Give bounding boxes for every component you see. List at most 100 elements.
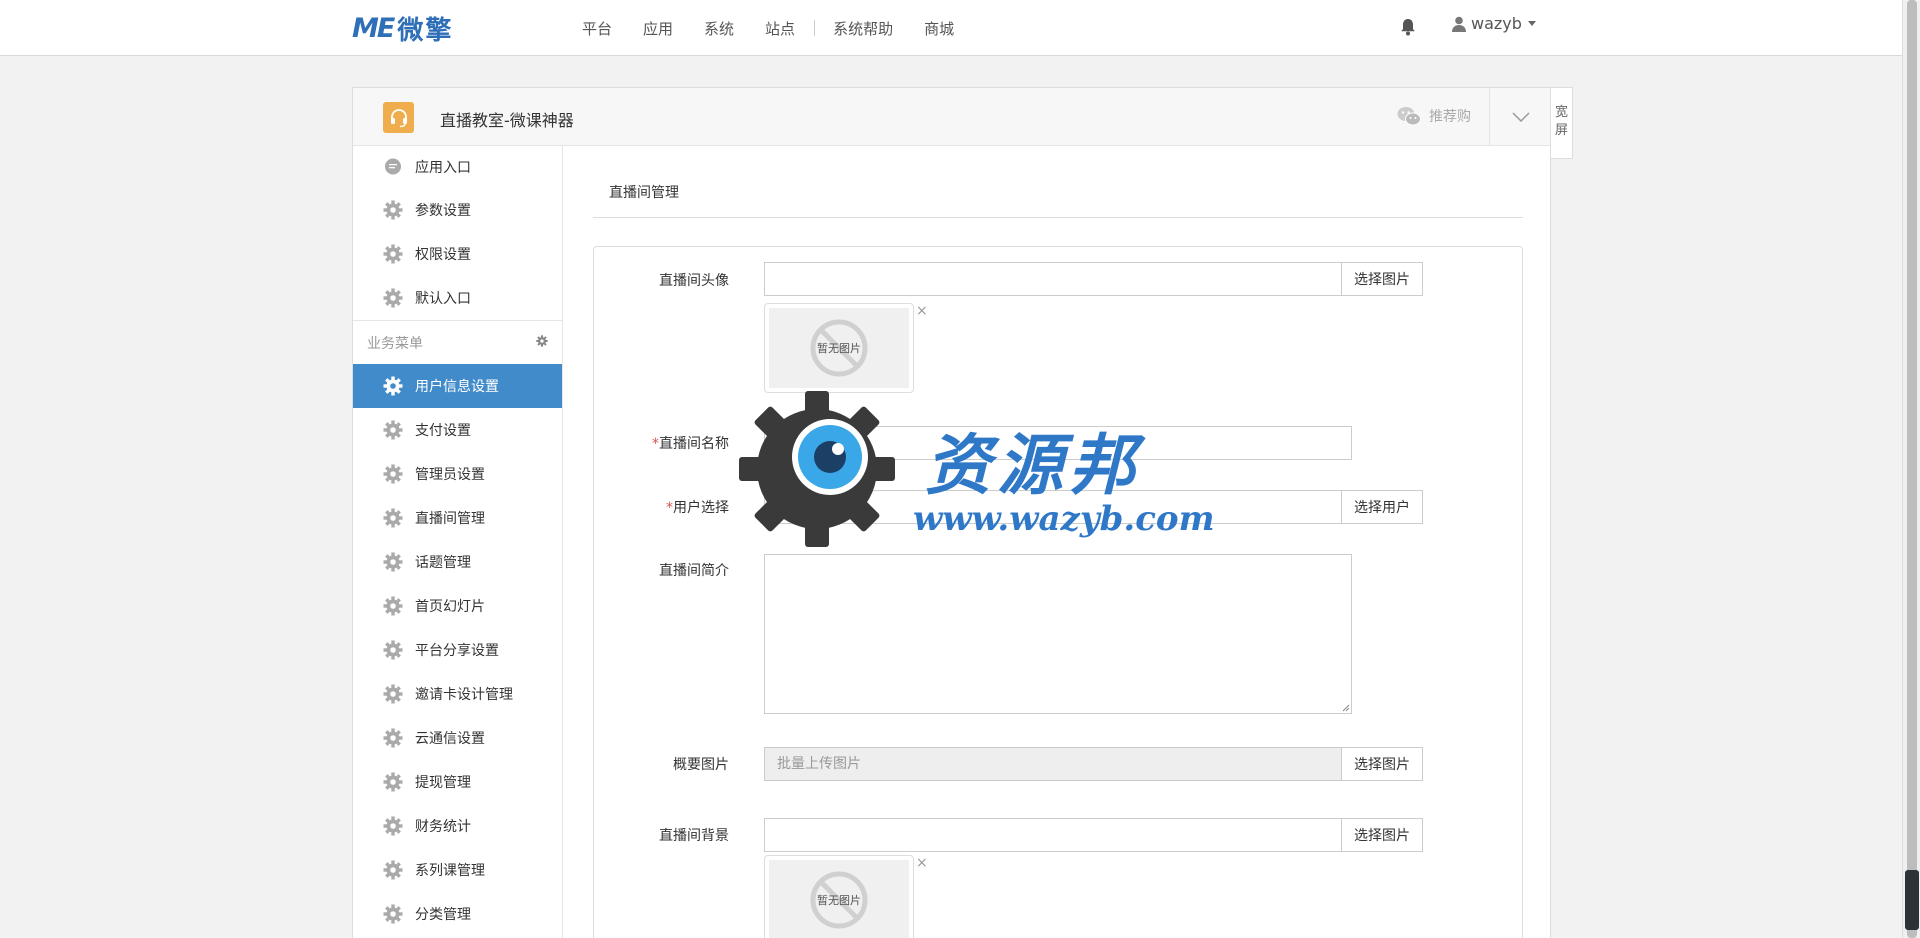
room-name-input[interactable] [764,426,1352,460]
nav-help[interactable]: 系统帮助 [833,18,893,39]
user-icon [1452,16,1466,32]
sidebar-item-business[interactable]: 支付设置 [353,408,562,452]
room-form: 直播间头像 选择图片 暂无图片 × *直播间名称 *用户选择 选择用户 直播间简… [593,246,1523,938]
gear-icon [383,772,403,792]
gear-icon [383,860,403,880]
gear-icon [383,728,403,748]
gear-icon [383,816,403,836]
nav-apps[interactable]: 应用 [643,18,673,39]
app-title: 直播教室-微课神器 [440,111,574,130]
sidebar-item-label: 话题管理 [415,555,471,571]
wechat-icon [1397,107,1421,126]
sidebar-item-label: 系列课管理 [415,863,485,879]
tab-room-management[interactable]: 直播间管理 [609,182,679,202]
sidebar-group-header: 业务菜单 [353,320,562,364]
sidebar-group-title: 业务菜单 [367,335,423,352]
gear-icon [383,552,403,572]
nav-system[interactable]: 系统 [704,18,734,39]
collapse-toggle[interactable] [1489,88,1552,146]
sidebar-item-label: 平台分享设置 [415,643,499,659]
logo[interactable]: ME 微擎 [352,12,453,46]
gear-icon [383,684,403,704]
user-select-input[interactable] [764,490,1342,524]
headset-icon [383,102,414,133]
scrollbar-knob[interactable] [1905,870,1919,930]
sidebar-item-business[interactable]: 系列课管理 [353,848,562,892]
gear-icon [383,596,403,616]
sidebar-item-business[interactable]: 用户信息设置 [353,364,562,408]
gear-icon [383,508,403,528]
select-avatar-button[interactable]: 选择图片 [1341,262,1423,296]
wide-screen-toggle[interactable]: 宽 屏 [1551,87,1573,159]
wide-label: 宽 [1554,105,1568,120]
gear-icon [383,244,403,264]
gear-icon [383,200,403,220]
no-image-text: 暂无图片 [817,342,861,355]
sidebar-item-business[interactable]: 财务统计 [353,804,562,848]
gear-icon [383,640,403,660]
sidebar-item-label: 分类管理 [415,907,471,923]
chevron-down-icon [1512,112,1530,122]
summary-images-input[interactable]: 批量上传图片 [764,747,1342,781]
avatar-input[interactable] [764,262,1342,296]
logo-mark: ME [352,12,395,44]
nav-store[interactable]: 商城 [924,18,954,39]
close-icon[interactable]: × [916,303,928,319]
sidebar-item-business[interactable]: 邀请卡设计管理 [353,672,562,716]
select-background-button[interactable]: 选择图片 [1341,818,1423,852]
intro-label: 直播间简介 [659,563,729,579]
sidebar-item-label: 权限设置 [415,247,471,263]
close-icon[interactable]: × [916,855,928,871]
gear-icon [383,420,403,440]
sidebar-item-label: 应用入口 [415,160,471,176]
sidebar-item-label: 用户信息设置 [415,379,499,395]
screen-label: 屏 [1554,123,1568,138]
sidebar-item-business[interactable]: 直播间管理 [353,496,562,540]
background-preview: 暂无图片 [764,855,914,938]
select-summary-button[interactable]: 选择图片 [1341,747,1423,781]
sidebar-item-label: 默认入口 [415,291,471,307]
background-input[interactable] [764,818,1342,852]
user-select-label: *用户选择 [666,500,729,516]
panel-header: 直播教室-微课神器 推荐购 [353,88,1550,146]
sidebar-item-label: 直播间管理 [415,511,485,527]
sidebar-item-app-entry[interactable]: 应用入口 [353,146,562,188]
sidebar-item-business[interactable]: 提现管理 [353,760,562,804]
sidebar-item-business[interactable]: 首页幻灯片 [353,584,562,628]
recommend-link[interactable]: 推荐购 [1397,106,1471,126]
sidebar-item-label: 财务统计 [415,819,471,835]
sidebar-item-params[interactable]: 参数设置 [353,188,562,232]
sidebar-item-business[interactable]: 平台分享设置 [353,628,562,672]
tab-bar: 直播间管理 [593,182,1523,218]
page-scrollbar[interactable] [1902,0,1920,938]
intro-textarea[interactable] [764,554,1352,714]
sidebar-item-business[interactable]: 话题管理 [353,540,562,584]
room-name-label: *直播间名称 [652,436,729,452]
nav-divider [814,20,816,36]
chevron-down-icon [1527,21,1536,26]
top-navbar: ME 微擎 平台 应用 系统 站点 系统帮助 商城 wazyb [0,0,1902,56]
scrollbar-thumb[interactable] [1907,0,1917,938]
username: wazyb [1471,14,1522,33]
sidebar-item-label: 邀请卡设计管理 [415,687,513,703]
main-nav: 平台 应用 系统 站点 系统帮助 商城 [582,0,985,56]
sidebar-item-permissions[interactable]: 权限设置 [353,232,562,276]
sidebar-item-default-entry[interactable]: 默认入口 [353,276,562,320]
nav-site[interactable]: 站点 [765,18,795,39]
resize-handle-icon[interactable] [1341,703,1350,712]
select-user-button[interactable]: 选择用户 [1341,490,1423,524]
sidebar-item-business[interactable]: 分类管理 [353,892,562,936]
bell-icon[interactable] [1400,17,1416,37]
gear-icon[interactable] [536,334,548,351]
gear-icon [383,288,403,308]
background-label: 直播间背景 [659,828,729,844]
sidebar: 应用入口 参数设置 权限设置 默认入口 业务菜单 用户信息设置支付设置 管理员设置… [353,146,563,938]
sidebar-item-label: 参数设置 [415,203,471,219]
sidebar-item-business[interactable]: 云通信设置 [353,716,562,760]
sidebar-item-label: 首页幻灯片 [415,599,485,615]
sidebar-item-business[interactable]: 管理员设置 [353,452,562,496]
nav-platform[interactable]: 平台 [582,18,612,39]
user-menu[interactable]: wazyb [1452,14,1536,33]
avatar-preview: 暂无图片 [764,303,914,393]
sidebar-item-label: 提现管理 [415,775,471,791]
